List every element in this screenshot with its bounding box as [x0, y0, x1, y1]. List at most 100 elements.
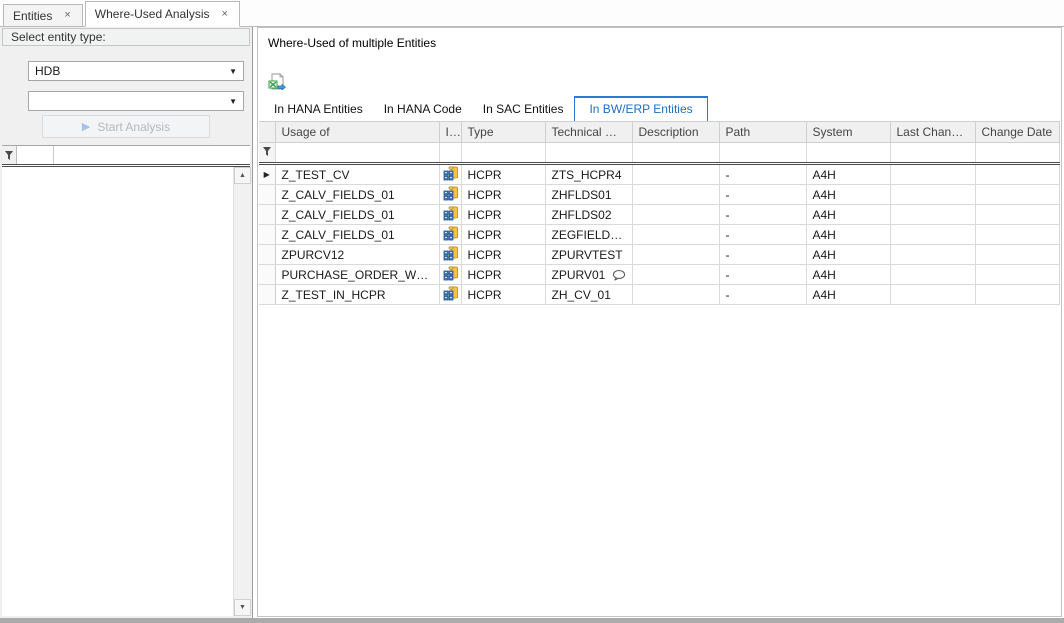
start-analysis-label: Start Analysis — [97, 120, 170, 134]
scroll-up-icon: ▲ — [239, 172, 246, 179]
cell-change-date — [975, 225, 1060, 245]
scroll-up-button[interactable]: ▲ — [234, 167, 251, 184]
composite-provider-icon — [439, 265, 461, 285]
column-header-system[interactable]: System — [806, 122, 890, 143]
play-icon: ▶ — [82, 120, 90, 133]
cell-description — [632, 245, 719, 265]
cell-system: A4H — [806, 285, 890, 305]
cell-technical-name: ZEGFIELDS01 — [545, 225, 632, 245]
export-to-excel-button[interactable] — [266, 70, 288, 92]
filter-cell[interactable] — [275, 143, 439, 164]
entity-type-dropdown[interactable]: HDB ▼ — [28, 61, 244, 81]
tab-where-used-analysis[interactable]: Where-Used Analysis × — [85, 1, 240, 27]
filter-cell[interactable] — [17, 146, 54, 164]
composite-provider-icon — [439, 285, 461, 305]
cell-usage-of: PURCHASE_ORDER_WORKLIST — [275, 265, 439, 285]
filter-cell[interactable] — [975, 143, 1060, 164]
table-row[interactable]: ZPURCV12 HCPR ZPURVTEST - A4H — [259, 245, 1060, 265]
cell-path: - — [719, 265, 806, 285]
chevron-down-icon[interactable]: ▼ — [229, 97, 237, 106]
scroll-down-icon: ▼ — [239, 604, 246, 611]
column-header-path[interactable]: Path — [719, 122, 806, 143]
cell-path: - — [719, 164, 806, 185]
close-icon[interactable]: × — [62, 9, 72, 22]
cell-type: HCPR — [461, 245, 545, 265]
cell-type: HCPR — [461, 185, 545, 205]
cell-last-changed — [890, 164, 975, 185]
table-row[interactable]: Z_TEST_IN_HCPR HCPR ZH_CV_01 - A4H — [259, 285, 1060, 305]
cell-description — [632, 164, 719, 185]
filter-cell[interactable] — [806, 143, 890, 164]
row-selector-header — [259, 122, 275, 143]
entity-list-filter-row — [2, 146, 250, 167]
vertical-scrollbar[interactable]: ▲ ▼ — [233, 167, 250, 616]
cell-last-changed — [890, 265, 975, 285]
filter-cell[interactable] — [632, 143, 719, 164]
cell-description — [632, 205, 719, 225]
cell-description — [632, 225, 719, 245]
filter-cell[interactable] — [719, 143, 806, 164]
cell-description — [632, 265, 719, 285]
export-to-excel-icon — [268, 73, 286, 90]
scroll-down-button[interactable]: ▼ — [234, 599, 251, 616]
chevron-down-icon[interactable]: ▼ — [229, 67, 237, 76]
comment-bubble-icon[interactable] — [612, 269, 626, 281]
cell-change-date — [975, 245, 1060, 265]
entity-type-value: HDB — [35, 64, 60, 78]
cell-usage-of: Z_CALV_FIELDS_01 — [275, 225, 439, 245]
cell-usage-of: Z_TEST_IN_HCPR — [275, 285, 439, 305]
cell-last-changed — [890, 225, 975, 245]
table-row[interactable]: Z_CALV_FIELDS_01 HCPR ZHFLDS01 - A4H — [259, 185, 1060, 205]
cell-type: HCPR — [461, 285, 545, 305]
cell-change-date — [975, 265, 1060, 285]
cell-last-changed — [890, 185, 975, 205]
table-row[interactable]: ▶ Z_TEST_CV HCPR ZTS_HCPR4 - A4H — [259, 164, 1060, 185]
entity-name-dropdown[interactable]: ▼ — [28, 91, 244, 111]
close-icon[interactable]: × — [220, 8, 230, 21]
tab-in-hana-entities[interactable]: In HANA Entities — [264, 98, 373, 121]
composite-provider-icon — [439, 205, 461, 225]
filter-cell[interactable] — [54, 146, 250, 164]
composite-provider-icon — [439, 185, 461, 205]
results-table: Usage of I... Type Technical Name Descri… — [259, 121, 1060, 305]
filter-cell[interactable] — [439, 143, 461, 164]
entity-list-area[interactable]: ▲ ▼ — [2, 167, 250, 616]
table-header-row: Usage of I... Type Technical Name Descri… — [259, 122, 1060, 143]
filter-cell[interactable] — [890, 143, 975, 164]
filter-cell[interactable] — [545, 143, 632, 164]
cell-system: A4H — [806, 205, 890, 225]
app-window: Entities × Where-Used Analysis × Select … — [0, 0, 1064, 618]
table-row[interactable]: Z_CALV_FIELDS_01 HCPR ZEGFIELDS01 - A4H — [259, 225, 1060, 245]
column-header-description[interactable]: Description — [632, 122, 719, 143]
tab-entities[interactable]: Entities × — [3, 4, 83, 26]
cell-system: A4H — [806, 245, 890, 265]
table-row[interactable]: Z_CALV_FIELDS_01 HCPR ZHFLDS02 - A4H — [259, 205, 1060, 225]
cell-type: HCPR — [461, 205, 545, 225]
cell-technical-name: ZPURV01 — [545, 265, 632, 285]
table-row[interactable]: PURCHASE_ORDER_WORKLIST HCPR ZPURV01 - A… — [259, 265, 1060, 285]
tab-in-sac-entities[interactable]: In SAC Entities — [473, 98, 574, 121]
column-header-technical-name[interactable]: Technical Name — [545, 122, 632, 143]
filter-cell[interactable] — [461, 143, 545, 164]
table-filter-row — [259, 143, 1060, 164]
cell-technical-name: ZHFLDS01 — [545, 185, 632, 205]
tab-in-bw-erp-entities[interactable]: In BW/ERP Entities — [574, 96, 707, 121]
entity-list-grid: ▲ ▼ — [2, 145, 250, 616]
cell-usage-of: ZPURCV12 — [275, 245, 439, 265]
document-tab-bar: Entities × Where-Used Analysis × — [0, 0, 1064, 27]
cell-path: - — [719, 205, 806, 225]
column-header-usage-of[interactable]: Usage of — [275, 122, 439, 143]
column-header-type[interactable]: Type — [461, 122, 545, 143]
column-header-last-changed[interactable]: Last Changed... — [890, 122, 975, 143]
current-row-marker: ▶ — [259, 164, 275, 185]
tab-in-hana-code[interactable]: In HANA Code — [374, 98, 472, 121]
cell-change-date — [975, 205, 1060, 225]
cell-path: - — [719, 245, 806, 265]
column-header-change-date[interactable]: Change Date — [975, 122, 1060, 143]
cell-type: HCPR — [461, 265, 545, 285]
tab-entities-label: Entities — [13, 9, 52, 23]
entity-selection-panel: Select entity type: HDB ▼ ▼ ▶ Start Anal… — [0, 27, 253, 618]
start-analysis-button[interactable]: ▶ Start Analysis — [42, 115, 210, 138]
tab-where-used-label: Where-Used Analysis — [95, 7, 210, 21]
column-header-icon[interactable]: I... — [439, 122, 461, 143]
